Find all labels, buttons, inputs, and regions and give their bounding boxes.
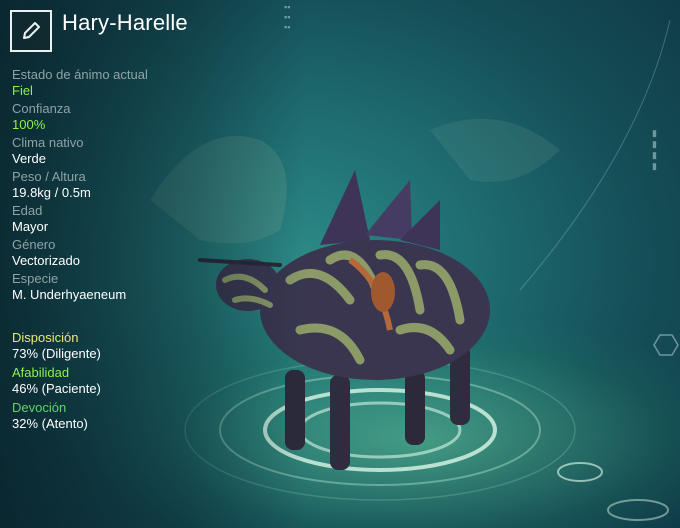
stat-label: Confianza: [12, 101, 71, 116]
stat-value: Mayor: [12, 219, 49, 234]
stat-mood: Estado de ánimo actual Fiel: [12, 67, 232, 99]
stat-climate: Clima nativo Verde: [12, 135, 232, 167]
trait-value: 46% (Paciente): [12, 381, 101, 396]
scroll-marker: ▮ ▮ ▮ ▮: [652, 128, 657, 171]
stat-label: Estado de ánimo actual: [12, 67, 148, 82]
grid-marker: ▪▪ ▪▪ ▪▪: [284, 2, 291, 32]
stat-species: Especie M. Underhyaeneum: [12, 271, 232, 303]
trait-label: Devoción: [12, 400, 67, 415]
stat-age: Edad Mayor: [12, 203, 232, 235]
edit-name-button[interactable]: [10, 10, 52, 52]
stat-trust: Confianza 100%: [12, 101, 232, 133]
creature-traits: Disposición 73% (Diligente) Afabilidad 4…: [12, 330, 232, 435]
stat-label: Clima nativo: [12, 135, 84, 150]
stat-value: 100%: [12, 117, 46, 132]
stat-value: 19.8kg / 0.5m: [12, 185, 91, 200]
stat-label: Peso / Altura: [12, 169, 86, 184]
trait-value: 73% (Diligente): [12, 346, 101, 361]
trait-label: Afabilidad: [12, 365, 70, 380]
trait-devotion: Devoción 32% (Atento): [12, 400, 232, 432]
stat-value: Fiel: [12, 83, 33, 98]
stat-value: Vectorizado: [12, 253, 80, 268]
trait-affability: Afabilidad 46% (Paciente): [12, 365, 232, 397]
stat-weight-height: Peso / Altura 19.8kg / 0.5m: [12, 169, 232, 201]
stat-label: Edad: [12, 203, 43, 218]
creature-stats: Estado de ánimo actual Fiel Confianza 10…: [12, 67, 232, 305]
creature-name: Hary-Harelle: [62, 10, 188, 35]
stat-label: Género: [12, 237, 56, 252]
trait-disposition: Disposición 73% (Diligente): [12, 330, 232, 362]
trait-label: Disposición: [12, 330, 79, 345]
trait-value: 32% (Atento): [12, 416, 88, 431]
stat-gender: Género Vectorizado: [12, 237, 232, 269]
stat-label: Especie: [12, 271, 59, 286]
stat-value: M. Underhyaeneum: [12, 287, 127, 302]
stat-value: Verde: [12, 151, 46, 166]
pencil-icon: [23, 22, 40, 39]
